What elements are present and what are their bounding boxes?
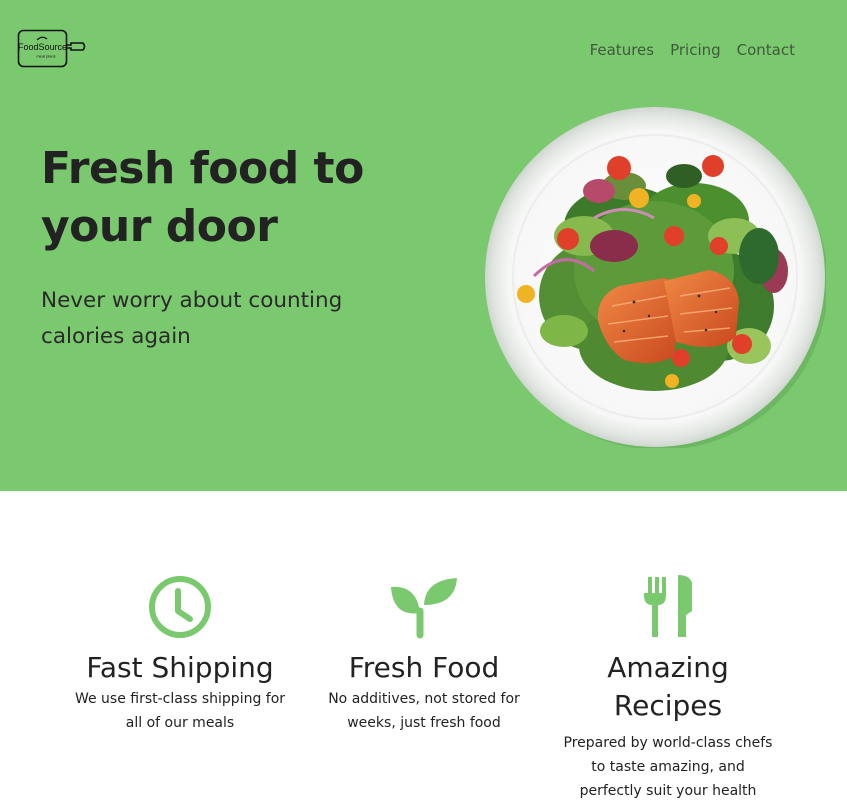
nav-link-pricing[interactable]: Pricing [670,40,721,60]
nav-link-features[interactable]: Features [590,40,655,60]
logo-subtext: meal plans [36,54,55,59]
logo-mark: FoodSource meal plans [17,29,86,68]
hero-subhead: Never worry about counting calories agai… [41,288,343,349]
feature-title: Fast Shipping [86,651,274,684]
main-nav: Features Pricing Contact [574,40,795,60]
logo-text: FoodSource [18,42,67,52]
hero-headline: Fresh food to your door [41,143,364,252]
features-section: Fast Shipping We use first-class shippin… [0,491,847,809]
fork-knife-icon [644,575,692,637]
feature-text: No additives, not stored for weeks, just… [328,691,520,731]
feature-fast-shipping: Fast Shipping We use first-class shippin… [60,575,300,735]
feature-amazing-recipes: Amazing Recipes Prepared by world-class … [548,575,788,803]
feature-fresh-food: Fresh Food No additives, not stored for … [304,575,544,735]
feature-text: We use first-class shipping for all of o… [74,691,286,731]
feature-text: Prepared by world-class chefs to taste a… [563,735,773,799]
feature-title: Fresh Food [348,651,500,684]
hero-section: FoodSource meal plans Features Pricing C… [0,0,847,491]
hero-food-image [484,106,828,450]
feature-title: Amazing Recipes [607,651,729,722]
clock-icon [149,576,211,638]
foodsource-logo[interactable]: FoodSource meal plans [17,29,87,69]
sprout-icon [391,578,457,639]
nav-link-contact[interactable]: Contact [737,40,795,60]
